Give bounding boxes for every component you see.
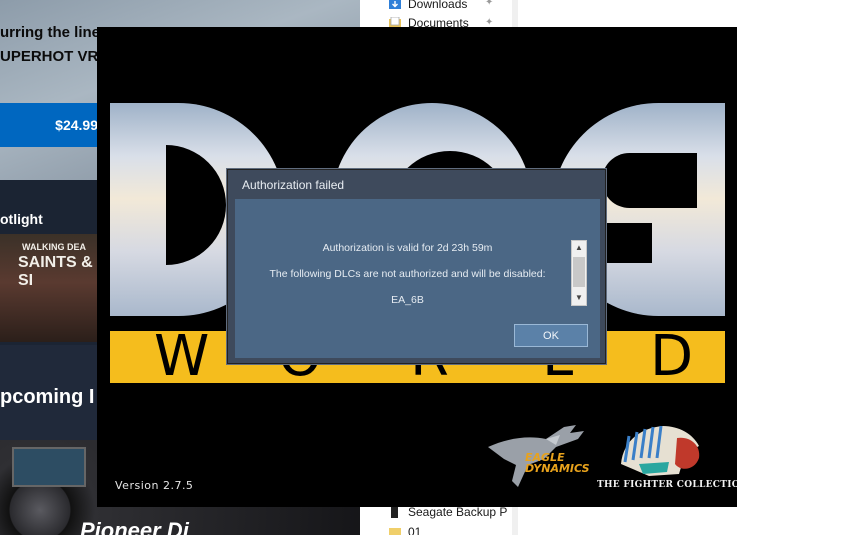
dialog-message: Authorization is valid for 2d 23h 59m Th… bbox=[245, 199, 570, 309]
fighter-collection-logo bbox=[621, 425, 700, 476]
explorer-item-label: 01 bbox=[408, 525, 422, 535]
spotlight-heading: otlight bbox=[0, 211, 43, 227]
drive-icon bbox=[388, 506, 402, 518]
message-dlc-warning: The following DLCs are not authorized an… bbox=[269, 268, 546, 280]
eagle-dynamics-wordmark: EAGLE DYNAMICS bbox=[525, 452, 590, 474]
world-letter: W bbox=[154, 324, 212, 389]
dj-screen-image bbox=[12, 447, 86, 487]
world-letter: D bbox=[650, 324, 696, 389]
game-tile-subtitle: WALKING DEA bbox=[22, 242, 86, 252]
message-dlc-name: EA_6B bbox=[391, 294, 424, 306]
game-tile-title: SAINTS & SI bbox=[18, 254, 93, 289]
explorer-item-01[interactable]: 01 bbox=[388, 522, 421, 535]
chevron-up-icon[interactable]: ▲ bbox=[572, 241, 586, 255]
eagle-line2: DYNAMICS bbox=[525, 462, 590, 475]
authorization-dialog: Authorization failed Authorization is va… bbox=[226, 168, 607, 365]
dialog-title: Authorization failed bbox=[242, 178, 345, 192]
chevron-down-icon[interactable]: ▼ bbox=[572, 291, 586, 305]
price-button[interactable]: $24.99 bbox=[0, 103, 110, 147]
game-tile[interactable]: WALKING DEA SAINTS & SI bbox=[0, 234, 97, 342]
explorer-item-label: Downloads bbox=[408, 0, 468, 11]
explorer-item-label: Seagate Backup P bbox=[408, 505, 508, 519]
pin-icon[interactable]: ✦ bbox=[485, 0, 493, 8]
message-scrollbar[interactable]: ▲ ▼ bbox=[571, 240, 587, 306]
fighter-collection-wordmark: THE FIGHTER COLLECTION bbox=[597, 480, 737, 490]
download-folder-icon bbox=[388, 0, 402, 10]
message-validity: Authorization is valid for 2d 23h 59m bbox=[322, 242, 493, 254]
dialog-body: Authorization is valid for 2d 23h 59m Th… bbox=[235, 199, 600, 358]
hero-title-line1: urring the line bbox=[0, 24, 101, 41]
folder-icon bbox=[388, 526, 402, 535]
explorer-item-downloads[interactable]: Downloads bbox=[388, 0, 467, 14]
ok-button[interactable]: OK bbox=[514, 324, 588, 347]
upcoming-heading: pcoming I bbox=[0, 386, 95, 408]
dj-brand-text: Pioneer Dj bbox=[80, 518, 189, 535]
version-label: Version 2.7.5 bbox=[115, 479, 194, 492]
scroll-thumb[interactable] bbox=[573, 257, 585, 287]
